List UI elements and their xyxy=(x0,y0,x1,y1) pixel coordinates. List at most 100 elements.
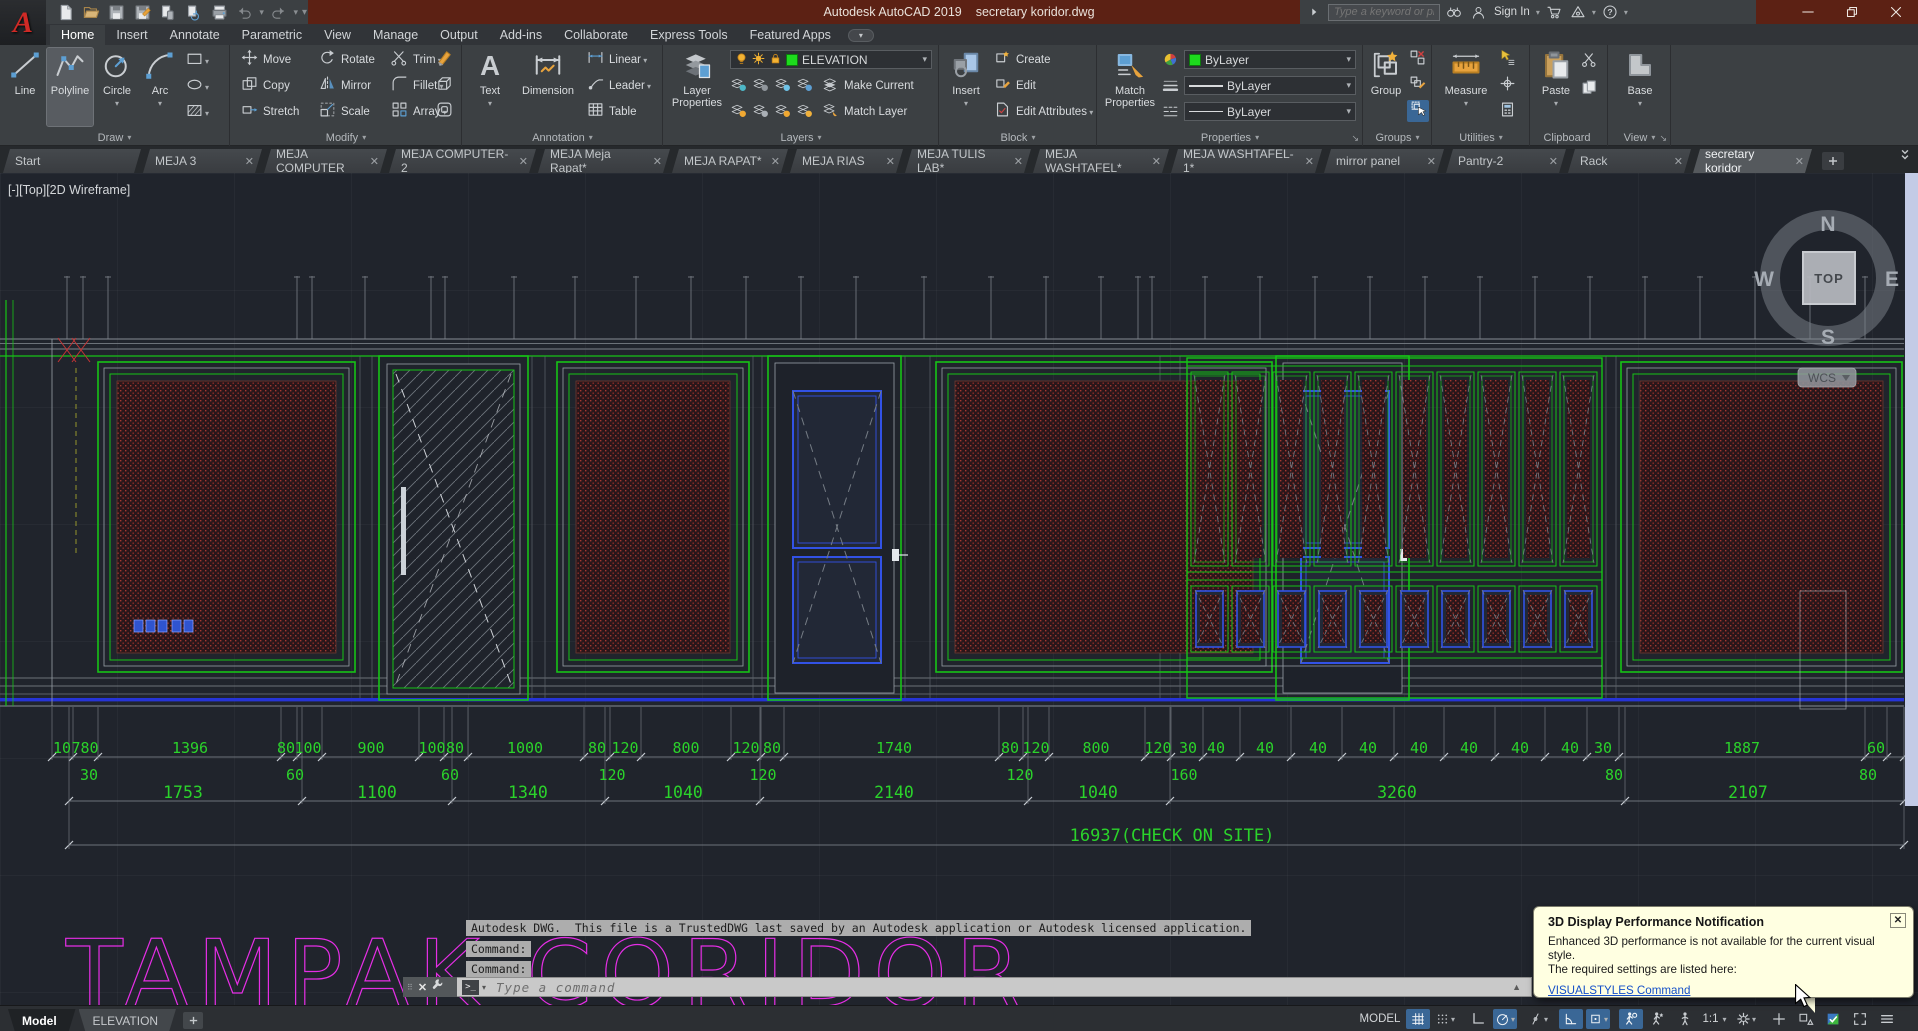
tab-close-icon[interactable]: ✕ xyxy=(362,155,379,168)
file-tab-mirror-panel[interactable]: mirror panel ✕ xyxy=(1324,149,1444,173)
search-binoculars-icon[interactable] xyxy=(1444,2,1464,22)
lineweight-select[interactable]: ByLayer ▾ xyxy=(1184,76,1356,95)
minimize-button[interactable] xyxy=(1786,0,1830,24)
linear-button[interactable]: Linear xyxy=(587,49,647,71)
drawing-canvas[interactable]: 10 780 1396 80 100 900 100 80 1000 80 120 800 120 80 1… xyxy=(0,173,1918,1005)
polyline-button[interactable]: Polyline xyxy=(46,47,94,127)
ribbon-tab-manage[interactable]: Manage xyxy=(362,25,429,45)
tab-overflow-button[interactable] xyxy=(1898,147,1912,168)
tab-close-icon[interactable]: ✕ xyxy=(511,155,528,168)
tab-close-icon[interactable]: ✕ xyxy=(1787,155,1804,168)
command-customize-icon[interactable] xyxy=(431,978,444,996)
layer-thaw2-icon[interactable] xyxy=(774,101,791,123)
file-tab-meja-meja-rapat-[interactable]: MEJA Meja Rapat* ✕ xyxy=(538,149,670,173)
tab-close-icon[interactable]: ✕ xyxy=(878,155,895,168)
group-edit-button[interactable] xyxy=(1409,75,1426,97)
viewport-controls[interactable]: [-][Top][2D Wireframe] xyxy=(8,183,130,197)
table-button[interactable]: Table xyxy=(587,101,637,123)
command-expand-icon[interactable]: ▲ xyxy=(1512,982,1521,992)
ribbon-tab-collaborate[interactable]: Collaborate xyxy=(553,25,639,45)
isometric-drafting-toggle[interactable]: ▾ xyxy=(1526,1009,1550,1029)
cut-button[interactable] xyxy=(1581,51,1598,73)
modify-panel-title[interactable]: Modify xyxy=(231,129,461,146)
make-current-button[interactable]: Make Current xyxy=(822,75,914,97)
quick-select-button[interactable] xyxy=(1499,49,1516,71)
ribbon-tab-annotate[interactable]: Annotate xyxy=(159,25,231,45)
ribbon-tab-home[interactable]: Home xyxy=(50,25,106,45)
stretch-button[interactable]: Stretch xyxy=(241,101,299,123)
new-file-button[interactable] xyxy=(54,1,78,23)
file-tab-meja-washtafel-[interactable]: MEJA WASHTAFEL* ✕ xyxy=(1033,149,1169,173)
explode-button[interactable] xyxy=(436,75,453,97)
search-arrow-icon[interactable] xyxy=(1304,2,1324,22)
snap-mode-toggle[interactable]: ▾ xyxy=(1433,1009,1457,1029)
linetype-icon[interactable] xyxy=(1162,103,1179,125)
tab-close-icon[interactable]: ✕ xyxy=(1541,155,1558,168)
erase-button[interactable] xyxy=(436,49,453,71)
ungroup-button[interactable] xyxy=(1409,49,1426,71)
tab-close-icon[interactable]: ✕ xyxy=(763,155,780,168)
arc-button[interactable]: Arc xyxy=(141,48,179,126)
file-tab-secretary-koridor[interactable]: secretary koridor ✕ xyxy=(1693,149,1812,173)
copy-clip-button[interactable] xyxy=(1581,79,1598,101)
ribbon-tab-insert[interactable]: Insert xyxy=(105,25,158,45)
layer-off-icon[interactable] xyxy=(730,75,747,97)
help-icon[interactable]: ? xyxy=(1600,2,1620,22)
sign-in-button[interactable]: Sign In xyxy=(1494,6,1530,18)
properties-panel-title[interactable]: Properties xyxy=(1098,129,1362,146)
ribbon-tab-output[interactable]: Output xyxy=(429,25,489,45)
clipboard-panel-title[interactable]: Clipboard xyxy=(1531,129,1607,146)
insert-button[interactable]: Insert xyxy=(944,48,988,126)
mirror-button[interactable]: Mirror xyxy=(319,75,371,97)
sign-in-person-icon[interactable] xyxy=(1468,2,1488,22)
ribbon-tab-featured-apps[interactable]: Featured Apps xyxy=(739,25,842,45)
match-layer-button[interactable]: Match Layer xyxy=(822,101,907,123)
sign-in-dropdown-icon[interactable]: ▾ xyxy=(1536,8,1540,17)
offset-button[interactable] xyxy=(436,101,453,123)
ellipse-button[interactable]: ▾ xyxy=(186,76,220,98)
trim-button[interactable]: Trim xyxy=(391,49,442,71)
tab-close-icon[interactable]: ✕ xyxy=(1419,155,1436,168)
command-recent-icon[interactable]: ▾ xyxy=(482,983,486,992)
block-panel-title[interactable]: Block xyxy=(940,129,1096,146)
polar-tracking-toggle[interactable]: ▾ xyxy=(1493,1009,1517,1029)
layer-unisolate-icon[interactable] xyxy=(752,101,769,123)
layout-tab-model[interactable]: Model xyxy=(8,1009,76,1031)
annotation-scale-button[interactable]: 1:1 ▾ xyxy=(1698,1009,1728,1029)
model-space-button[interactable]: MODEL xyxy=(1357,1009,1403,1029)
help-dropdown-icon[interactable]: ▾ xyxy=(1624,8,1628,17)
file-tab-start[interactable]: Start xyxy=(3,149,141,173)
autodesk-app-icon[interactable] xyxy=(1568,2,1588,22)
file-tab-meja-computer-2[interactable]: MEJA COMPUTER-2 ✕ xyxy=(389,149,536,173)
scale-button[interactable]: Scale xyxy=(319,101,370,123)
layers-panel-title[interactable]: Layers xyxy=(664,129,938,146)
rectangle-button[interactable]: ▾ xyxy=(186,50,220,72)
autocad-logo[interactable]: A xyxy=(0,0,46,45)
undo-button[interactable] xyxy=(233,1,257,23)
command-line-grip[interactable]: ⠿ ✕ xyxy=(403,977,457,997)
cloud-button[interactable] xyxy=(182,1,206,23)
customization-button[interactable] xyxy=(1875,1009,1899,1029)
annotation-panel-title[interactable]: Annotation xyxy=(463,129,662,146)
annotation-visibility-toggle[interactable] xyxy=(1619,1009,1643,1029)
paste-button[interactable]: Paste xyxy=(1535,48,1577,126)
command-line[interactable]: ⠿ ✕ >_ ▾ Type a command ▲ xyxy=(403,977,1532,997)
create-block-button[interactable]: Create xyxy=(994,49,1051,71)
layer-properties-button[interactable]: Layer Properties xyxy=(668,48,726,126)
qat-customize-icon[interactable]: ▾ xyxy=(301,7,308,18)
file-tab-meja-tulis-lab-[interactable]: MEJA TULIS LAB* ✕ xyxy=(905,149,1031,173)
linetype-select[interactable]: ByLayer ▾ xyxy=(1184,102,1356,121)
tab-close-icon[interactable]: ✕ xyxy=(1006,155,1023,168)
rotate-button[interactable]: Rotate xyxy=(319,49,375,71)
layout-tab-elevation[interactable]: ELEVATION xyxy=(79,1009,177,1031)
tab-close-icon[interactable]: ✕ xyxy=(1144,155,1161,168)
utilities-panel-title[interactable]: Utilities xyxy=(1433,129,1529,146)
layer-isolate-icon[interactable] xyxy=(752,75,769,97)
circle-button[interactable]: Circle xyxy=(96,48,138,126)
id-point-button[interactable] xyxy=(1499,75,1516,97)
leader-button[interactable]: Leader xyxy=(587,75,651,97)
transfer-button[interactable] xyxy=(156,1,180,23)
grid-display-toggle[interactable] xyxy=(1406,1009,1430,1029)
properties-dialog-launcher[interactable]: ↘ xyxy=(1351,133,1359,144)
new-tab-button[interactable] xyxy=(1822,152,1844,170)
